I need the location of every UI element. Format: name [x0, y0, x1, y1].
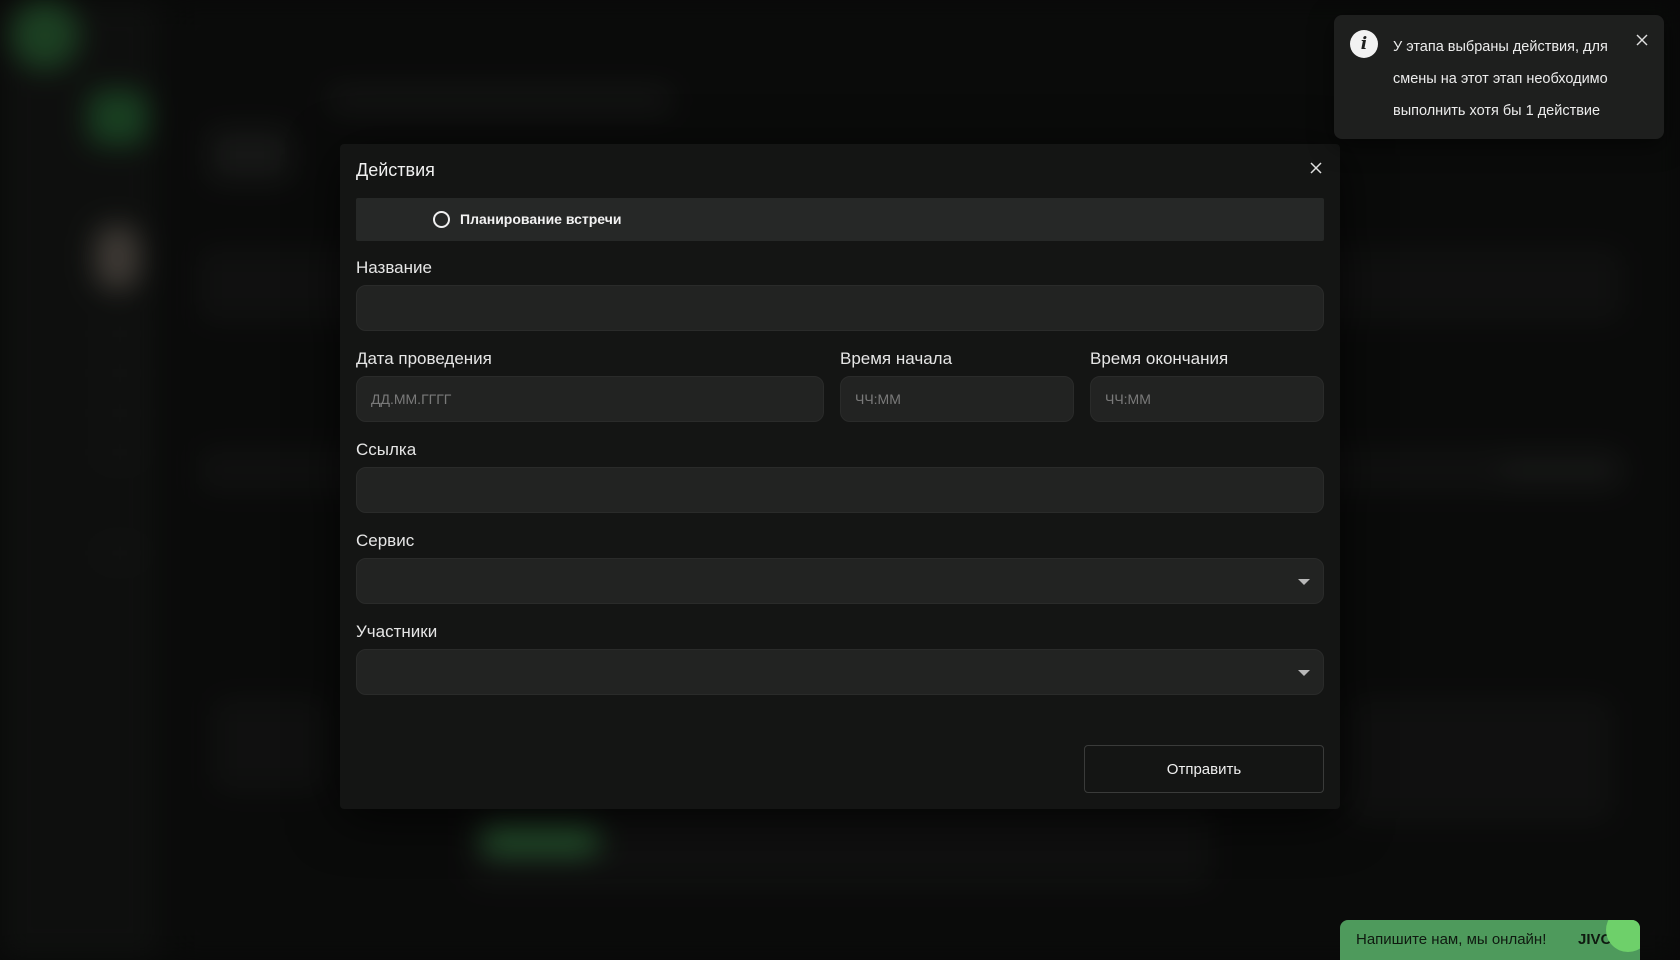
actions-modal: Действия Планирование встречи Название Д… — [340, 144, 1340, 809]
close-icon[interactable] — [1306, 158, 1326, 178]
start-time-input[interactable] — [840, 376, 1074, 422]
service-label: Сервис — [356, 531, 415, 550]
start-time-label: Время начала — [840, 349, 953, 368]
chat-widget-text: Напишите нам, мы онлайн! — [1356, 931, 1547, 948]
service-select[interactable] — [356, 558, 1324, 604]
end-time-label: Время окончания — [1090, 349, 1229, 368]
action-label: Планирование встречи — [460, 211, 622, 227]
notification-toast: i У этапа выбраны действия, для смены на… — [1334, 15, 1664, 139]
name-input[interactable] — [356, 285, 1324, 331]
toast-message: У этапа выбраны действия, для смены на э… — [1393, 39, 1608, 119]
participants-label: Участники — [356, 622, 438, 641]
date-input[interactable] — [356, 376, 824, 422]
link-input[interactable] — [356, 467, 1324, 513]
chevron-down-icon[interactable] — [1298, 670, 1310, 676]
action-radio[interactable] — [433, 211, 450, 228]
close-icon[interactable] — [1635, 33, 1649, 47]
modal-title: Действия — [356, 160, 435, 180]
date-label: Дата проведения — [356, 349, 492, 368]
chat-widget[interactable]: Напишите нам, мы онлайн! JIVO — [1340, 920, 1640, 960]
link-label: Ссылка — [356, 440, 417, 459]
end-time-input[interactable] — [1090, 376, 1324, 422]
name-label: Название — [356, 258, 432, 277]
chevron-down-icon[interactable] — [1298, 579, 1310, 585]
info-icon: i — [1350, 30, 1378, 58]
submit-button[interactable]: Отправить — [1084, 745, 1324, 793]
participants-select[interactable] — [356, 649, 1324, 695]
action-option[interactable]: Планирование встречи — [356, 198, 1324, 241]
